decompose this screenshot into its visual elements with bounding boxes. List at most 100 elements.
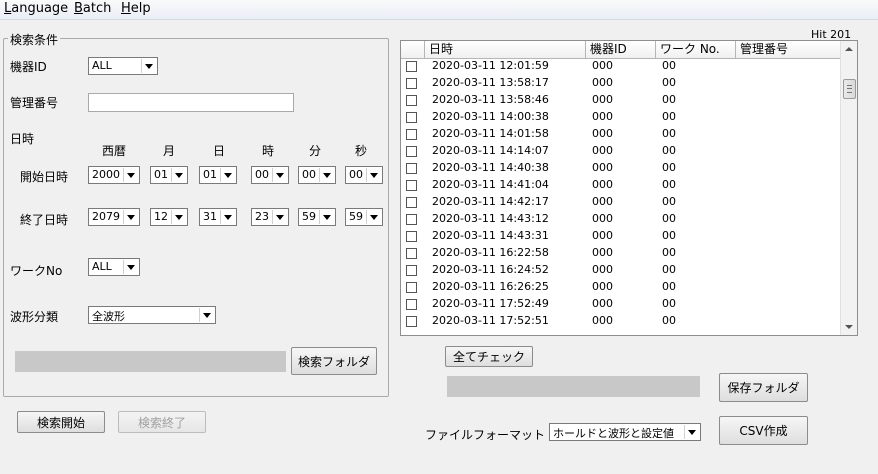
row-checkbox[interactable] (406, 163, 417, 174)
menu-help[interactable]: Help (121, 1, 151, 16)
table-row[interactable]: 2020-03-11 12:01:59 000 00 (401, 58, 841, 75)
table-row[interactable]: 2020-03-11 16:22:58 000 00 (401, 245, 841, 262)
header-day: 日 (213, 144, 226, 158)
end-hour-dropdown-icon[interactable] (272, 210, 287, 224)
row-checkbox[interactable] (406, 129, 417, 140)
end-day-dropdown-icon[interactable] (220, 210, 235, 224)
end-second-dropdown-icon[interactable] (366, 210, 381, 224)
waveform-select[interactable]: 全波形 (88, 306, 216, 324)
table-row[interactable]: 2020-03-11 14:14:07 000 00 (401, 143, 841, 160)
row-checkbox[interactable] (406, 78, 417, 89)
row-checkbox[interactable] (406, 265, 417, 276)
row-device-id: 000 (592, 229, 613, 242)
end-day-value: 31 (203, 210, 217, 223)
device-id-dropdown-icon[interactable] (141, 59, 156, 73)
table-row[interactable]: 2020-03-11 14:00:38 000 00 (401, 109, 841, 126)
menu-help-label: elp (130, 1, 151, 16)
table-row[interactable]: 2020-03-11 17:52:49 000 00 (401, 296, 841, 313)
search-folder-button[interactable]: 検索フォルダ (291, 347, 377, 375)
start-hour-value: 00 (255, 168, 269, 181)
table-row[interactable]: 2020-03-11 13:58:17 000 00 (401, 75, 841, 92)
row-checkbox[interactable] (406, 231, 417, 242)
table-row[interactable]: 2020-03-11 14:42:17 000 00 (401, 194, 841, 211)
scroll-up-icon[interactable] (841, 41, 857, 57)
scroll-thumb[interactable] (843, 79, 856, 99)
row-checkbox[interactable] (406, 146, 417, 157)
table-row[interactable]: 2020-03-11 13:58:46 000 00 (401, 92, 841, 109)
end-day-select[interactable]: 31 (199, 208, 237, 226)
menu-language-label: anguage (11, 1, 69, 16)
header-hour: 時 (262, 144, 275, 158)
start-second-select[interactable]: 00 (345, 166, 383, 184)
end-month-dropdown-icon[interactable] (171, 210, 186, 224)
list-scrollbar[interactable] (840, 41, 857, 335)
end-second-select[interactable]: 59 (345, 208, 383, 226)
start-hour-dropdown-icon[interactable] (272, 168, 287, 182)
table-row[interactable]: 2020-03-11 14:40:38 000 00 (401, 160, 841, 177)
table-row[interactable]: 2020-03-11 14:41:04 000 00 (401, 177, 841, 194)
start-minute-dropdown-icon[interactable] (319, 168, 334, 182)
mgmt-no-input[interactable] (88, 93, 294, 112)
start-month-select[interactable]: 01 (150, 166, 188, 184)
row-checkbox[interactable] (406, 299, 417, 310)
row-checkbox[interactable] (406, 197, 417, 208)
list-rows: 2020-03-11 12:01:59 000 00 2020-03-11 13:58… (401, 58, 841, 330)
table-row[interactable]: 2020-03-11 14:01:58 000 00 (401, 126, 841, 143)
search-start-button[interactable]: 検索開始 (17, 411, 105, 433)
work-no-select[interactable]: ALL (88, 258, 140, 276)
row-checkbox[interactable] (406, 112, 417, 123)
waveform-value: 全波形 (92, 310, 125, 323)
header-year: 西暦 (102, 144, 127, 158)
end-year-dropdown-icon[interactable] (123, 210, 138, 224)
row-device-id: 000 (592, 110, 613, 123)
table-row[interactable]: 2020-03-11 16:26:25 000 00 (401, 279, 841, 296)
file-format-select[interactable]: ホールドと波形と設定値 (549, 423, 701, 441)
check-all-button[interactable]: 全てチェック (445, 346, 533, 367)
start-minute-select[interactable]: 00 (298, 166, 336, 184)
column-check[interactable] (401, 41, 425, 58)
column-mgmt-no[interactable]: 管理番号 (736, 41, 841, 58)
csv-create-button[interactable]: CSV作成 (719, 416, 808, 445)
row-checkbox[interactable] (406, 282, 417, 293)
save-folder-path (447, 376, 700, 397)
row-checkbox[interactable] (406, 248, 417, 259)
start-year-dropdown-icon[interactable] (123, 168, 138, 182)
row-checkbox[interactable] (406, 61, 417, 72)
save-folder-button[interactable]: 保存フォルダ (719, 373, 808, 402)
end-minute-select[interactable]: 59 (298, 208, 336, 226)
work-no-dropdown-icon[interactable] (123, 260, 138, 274)
start-year-select[interactable]: 2000 (88, 166, 140, 184)
row-checkbox[interactable] (406, 180, 417, 191)
table-row[interactable]: 2020-03-11 17:52:51 000 00 (401, 313, 841, 330)
start-second-dropdown-icon[interactable] (366, 168, 381, 182)
waveform-dropdown-icon[interactable] (199, 308, 214, 322)
row-work-no: 00 (662, 161, 676, 174)
end-year-select[interactable]: 2079 (88, 208, 140, 226)
column-device-id[interactable]: 機器ID (586, 41, 656, 58)
table-row[interactable]: 2020-03-11 14:43:12 000 00 (401, 211, 841, 228)
table-row[interactable]: 2020-03-11 14:43:31 000 00 (401, 228, 841, 245)
row-work-no: 00 (662, 178, 676, 191)
row-work-no: 00 (662, 280, 676, 293)
menu-batch[interactable]: Batch (74, 1, 111, 16)
column-datetime[interactable]: 日時 (425, 41, 586, 58)
start-day-dropdown-icon[interactable] (220, 168, 235, 182)
end-second-value: 59 (349, 210, 363, 223)
device-id-select[interactable]: ALL (88, 57, 158, 75)
scroll-down-icon[interactable] (841, 319, 857, 335)
row-datetime: 2020-03-11 13:58:17 (432, 76, 549, 89)
end-minute-dropdown-icon[interactable] (319, 210, 334, 224)
start-month-dropdown-icon[interactable] (171, 168, 186, 182)
start-hour-select[interactable]: 00 (251, 166, 289, 184)
end-month-select[interactable]: 12 (150, 208, 188, 226)
file-format-dropdown-icon[interactable] (684, 425, 699, 439)
start-day-select[interactable]: 01 (199, 166, 237, 184)
column-work-no[interactable]: ワーク No. (656, 41, 736, 58)
result-list[interactable]: 日時 機器ID ワーク No. 管理番号 2020-03-11 12:01:59… (400, 40, 858, 336)
menu-language[interactable]: Language (4, 1, 68, 16)
row-checkbox[interactable] (406, 316, 417, 327)
row-checkbox[interactable] (406, 214, 417, 225)
table-row[interactable]: 2020-03-11 16:24:52 000 00 (401, 262, 841, 279)
row-checkbox[interactable] (406, 95, 417, 106)
end-hour-select[interactable]: 23 (251, 208, 289, 226)
